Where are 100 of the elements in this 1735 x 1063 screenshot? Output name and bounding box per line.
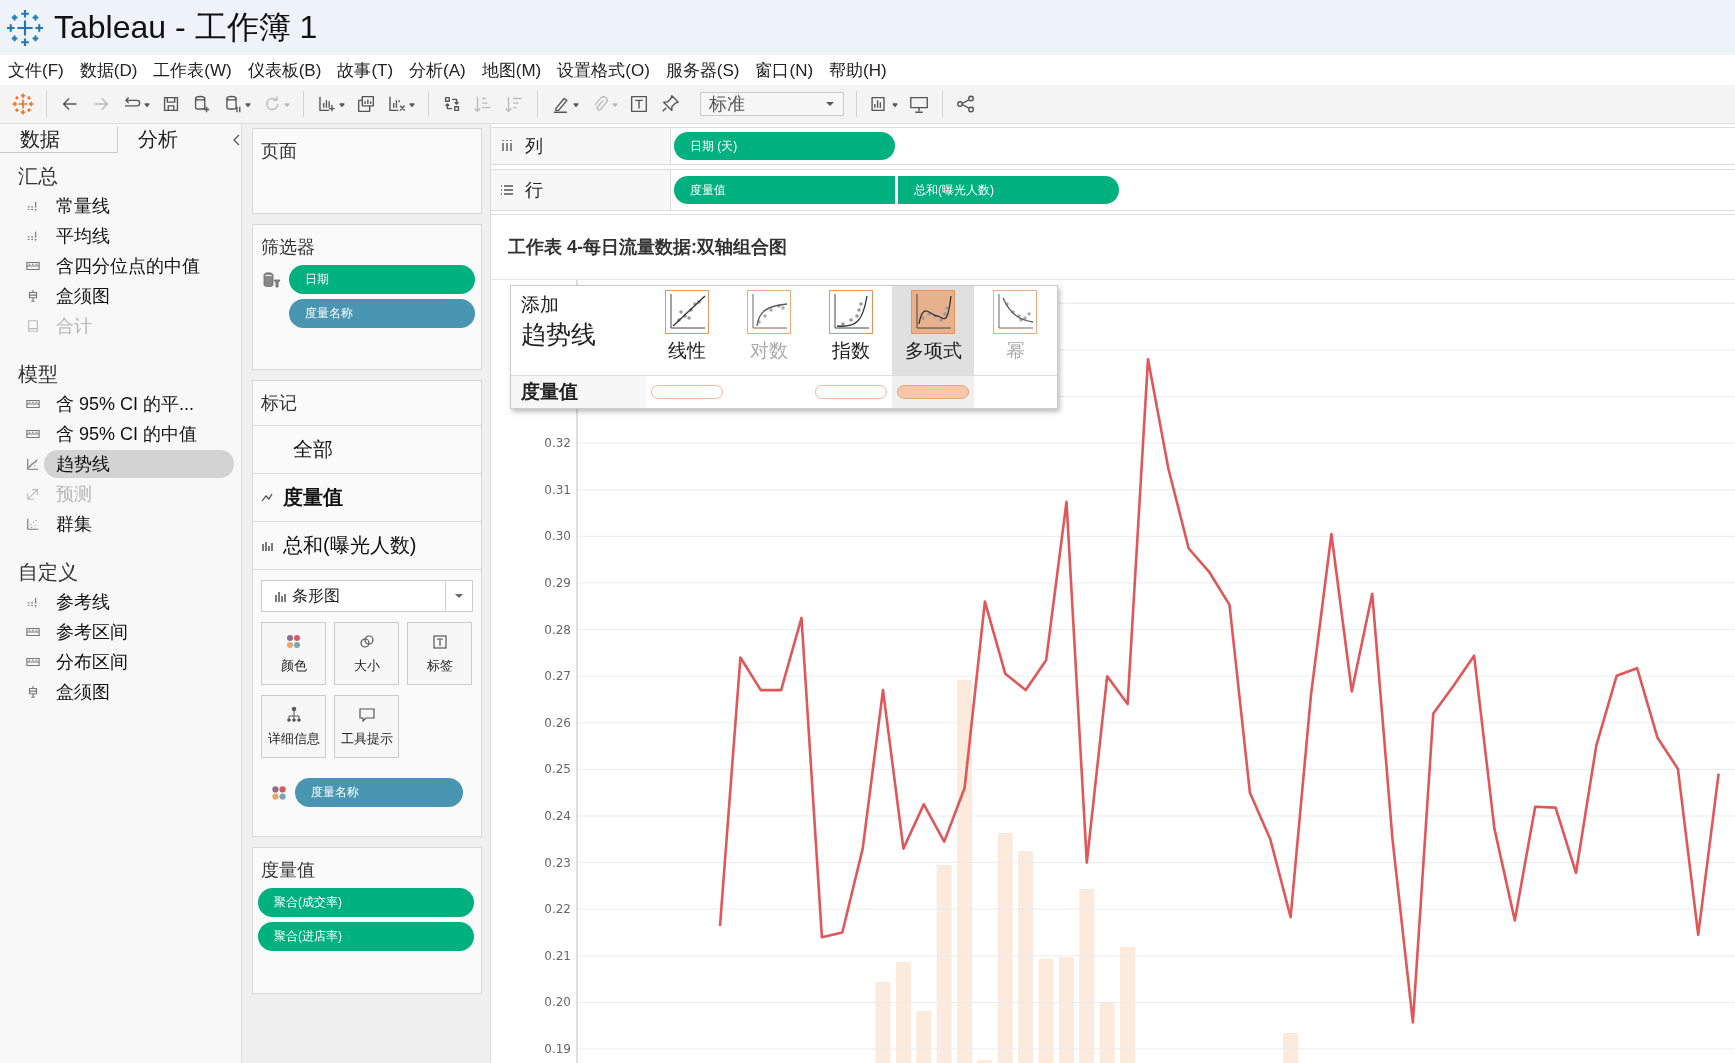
popup-caption: 添加 — [521, 293, 560, 317]
menu-item[interactable]: 地图(M) — [473, 58, 550, 82]
menu-item[interactable]: 数据(D) — [71, 58, 146, 82]
text-box-icon — [430, 632, 449, 651]
y-tick-label: 0.21 — [544, 948, 571, 963]
shelf-label: 列 — [525, 134, 543, 158]
y-tick-label: 0.24 — [544, 809, 571, 823]
dash-bars-icon — [26, 595, 40, 609]
speech-bubble-icon — [357, 705, 376, 724]
card-title: 筛选器 — [260, 236, 316, 259]
section-heading: 汇总 — [17, 164, 59, 189]
mark-property-button[interactable]: 颜色 — [261, 622, 326, 685]
menu-item[interactable]: 服务器(S) — [657, 58, 748, 82]
y-tick-label: 0.31 — [544, 482, 571, 497]
trend-chart-icon — [911, 290, 955, 334]
bar-icon — [261, 540, 273, 551]
analytics-item[interactable]: 参考区间 — [44, 618, 234, 646]
sheet-title: 工作表 4-每日流量数据:双轴组合图 — [491, 215, 1735, 280]
y-tick-label: 0.29 — [544, 575, 571, 590]
y-tick-label: 0.28 — [544, 622, 571, 637]
row-label: 度量值 — [511, 376, 646, 408]
analytics-item[interactable]: 参考线 — [44, 588, 234, 616]
line-icon — [261, 492, 273, 503]
dash-bars-icon — [26, 229, 40, 243]
menu-item[interactable]: 工作表(W) — [145, 58, 240, 82]
arrow-icon — [26, 487, 40, 501]
y-tick-label: 0.22 — [544, 902, 571, 917]
caret-icon — [454, 593, 464, 599]
bar-icon — [274, 590, 286, 602]
y-tick-label: 0.27 — [544, 669, 571, 684]
tree-dots-icon — [284, 705, 303, 724]
dash-bars-icon — [26, 199, 40, 213]
card-title: 页面 — [260, 140, 298, 163]
section-heading: 模型 — [17, 362, 59, 387]
color-dots-icon — [284, 632, 303, 651]
trend-chart-icon — [829, 290, 873, 334]
band-icon — [26, 259, 40, 273]
y-tick-label: 0.23 — [544, 855, 571, 870]
panel-tab[interactable]: 分析 — [117, 127, 228, 153]
marks-tab[interactable]: 度量值 — [283, 484, 343, 511]
collapse-icon[interactable] — [233, 134, 241, 146]
analytics-item[interactable]: 群集 — [44, 510, 234, 538]
caret-icon — [825, 101, 835, 107]
trend-chart-icon — [747, 290, 791, 334]
y-tick-label: 0.30 — [544, 529, 571, 544]
menu-item[interactable]: 帮助(H) — [821, 58, 895, 82]
duplicate-icon[interactable] — [355, 93, 377, 115]
y-tick-label: 0.20 — [544, 995, 571, 1010]
panel-tab[interactable]: 数据 — [0, 127, 118, 153]
mark-property-button[interactable]: 工具提示 — [334, 695, 399, 758]
analytics-item[interactable]: 含四分位点的中值 — [44, 252, 234, 280]
card-title: 标记 — [253, 381, 481, 426]
rows-icon — [501, 183, 513, 196]
trend-icon — [26, 457, 40, 471]
shelf-label: 行 — [525, 178, 543, 202]
database-filter-icon — [263, 270, 281, 289]
band-icon — [26, 397, 40, 411]
band-icon — [26, 655, 40, 669]
menu-item[interactable]: 窗口(N) — [747, 58, 822, 82]
circles-icon — [357, 632, 376, 651]
text-box-icon[interactable] — [628, 93, 650, 115]
scatter-icon — [26, 517, 40, 531]
analytics-item[interactable]: 盒须图 — [44, 282, 234, 310]
y-tick-label: 0.26 — [544, 715, 571, 730]
menu-item[interactable]: 仪表板(B) — [239, 58, 330, 82]
window-title: Tableau - 工作簿 1 — [54, 7, 318, 47]
trend-type-option[interactable]: 指数 — [810, 286, 892, 375]
mark-property-button[interactable]: 标签 — [407, 622, 472, 685]
popup-title: 趋势线 — [521, 319, 597, 350]
mark-property-button[interactable]: 详细信息 — [261, 695, 326, 758]
mark-property-button[interactable]: 大小 — [334, 622, 399, 685]
menu-item[interactable]: 文件(F) — [0, 58, 72, 82]
view-mode-dropdown[interactable]: 标准 — [700, 92, 844, 116]
plus-cluster-icon — [6, 8, 44, 47]
analytics-item[interactable]: 含 95% CI 的平... — [44, 390, 234, 418]
analytics-item[interactable]: 趋势线 — [44, 450, 234, 478]
analytics-item[interactable]: 含 95% CI 的中值 — [44, 420, 234, 448]
band-icon — [26, 427, 40, 441]
share-icon[interactable] — [955, 93, 977, 115]
marks-tab[interactable]: 全部 — [293, 436, 333, 463]
analytics-item[interactable]: 盒须图 — [44, 678, 234, 706]
trend-type-option[interactable]: 多项式 — [892, 286, 974, 375]
trend-chart-icon — [665, 290, 709, 334]
mark-type-dropdown[interactable]: 条形图 — [261, 580, 473, 612]
y-tick-label: 0.32 — [544, 436, 571, 451]
analytics-item[interactable]: 常量线 — [44, 192, 234, 220]
y-tick-label: 0.25 — [544, 762, 571, 777]
section-heading: 自定义 — [17, 560, 79, 585]
menu-item[interactable]: 分析(A) — [401, 58, 474, 82]
color-dots-icon — [271, 784, 287, 801]
plus-cluster-icon[interactable] — [12, 93, 34, 115]
analytics-item[interactable]: 分布区间 — [44, 648, 234, 676]
menu-item[interactable]: 故事(T) — [329, 58, 402, 82]
columns-icon — [501, 139, 513, 152]
box-plot-icon — [26, 289, 40, 303]
menu-item[interactable]: 设置格式(O) — [549, 58, 658, 82]
analytics-item[interactable]: 平均线 — [44, 222, 234, 250]
band-icon — [26, 625, 40, 639]
marks-tab[interactable]: 总和(曝光人数) — [283, 532, 417, 559]
trend-type-option[interactable]: 线性 — [646, 286, 728, 375]
